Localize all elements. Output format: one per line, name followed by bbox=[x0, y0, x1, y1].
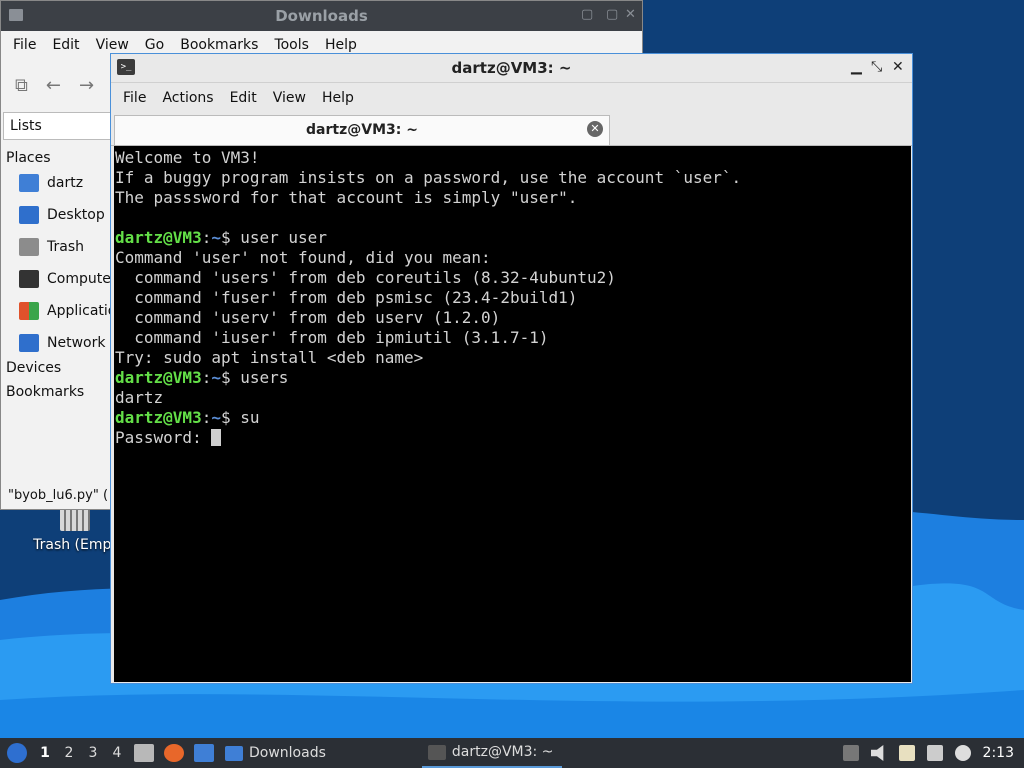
update-icon[interactable] bbox=[842, 745, 859, 761]
desktop-icon bbox=[19, 206, 39, 224]
network-icon bbox=[19, 334, 39, 352]
sidebar-section-places: Places bbox=[6, 150, 51, 166]
menu-tools[interactable]: Tools bbox=[266, 37, 317, 53]
sidebar-item-label: dartz bbox=[47, 175, 84, 191]
home-folder-icon bbox=[19, 174, 39, 192]
maximize-icon[interactable]: ▢ bbox=[606, 7, 618, 22]
task-downloads[interactable]: Downloads bbox=[219, 738, 332, 768]
terminal-titlebar[interactable]: >_ dartz@VM3: ~ ▁ ⤡ ✕ bbox=[111, 54, 912, 83]
prompt-user: dartz@VM3 bbox=[115, 228, 202, 247]
output-line: command 'fuser' from deb psmisc (23.4-2b… bbox=[115, 288, 578, 307]
system-tray: 2:13 bbox=[837, 738, 1024, 768]
command-text: users bbox=[240, 368, 289, 387]
new-window-icon[interactable]: ⧉ bbox=[15, 75, 28, 96]
clipboard-icon[interactable] bbox=[898, 745, 915, 761]
sidebar-mode-select[interactable]: Lists bbox=[3, 112, 111, 140]
sidebar-section-devices[interactable]: Devices bbox=[3, 353, 111, 377]
sidebar-item-desktop[interactable]: Desktop bbox=[3, 199, 111, 231]
output-line: Command 'user' not found, did you mean: bbox=[115, 248, 491, 267]
output-line: command 'users' from deb coreutils (8.32… bbox=[115, 268, 616, 287]
terminal-tabbar: dartz@VM3: ~ ✕ bbox=[111, 113, 912, 146]
menu-help[interactable]: Help bbox=[317, 37, 365, 53]
workspace-1[interactable]: 1 bbox=[33, 745, 57, 761]
sidebar-item-computer[interactable]: Compute bbox=[3, 263, 111, 295]
motd-line: Welcome to VM3! bbox=[115, 148, 260, 167]
menu-bookmarks[interactable]: Bookmarks bbox=[172, 37, 266, 53]
workspace-2[interactable]: 2 bbox=[57, 745, 81, 761]
prompt-user: dartz@VM3 bbox=[115, 368, 202, 387]
prompt-user: dartz@VM3 bbox=[115, 408, 202, 427]
minimize-icon[interactable]: ▢ bbox=[581, 7, 593, 22]
menu-view[interactable]: View bbox=[265, 90, 314, 106]
file-manager-titlebar[interactable]: Downloads ▢ ▢ ✕ bbox=[1, 1, 642, 31]
sidebar-item-label: Network bbox=[47, 335, 106, 351]
workspace-3[interactable]: 3 bbox=[81, 745, 105, 761]
menu-actions[interactable]: Actions bbox=[154, 90, 221, 106]
prompt-dir: ~ bbox=[211, 228, 221, 247]
terminal-title: dartz@VM3: ~ bbox=[451, 59, 572, 77]
output-line: dartz bbox=[115, 388, 164, 407]
terminal-menubar: File Actions Edit View Help bbox=[111, 83, 912, 113]
sidebar-section-bookmarks[interactable]: Bookmarks bbox=[3, 377, 111, 401]
menu-edit[interactable]: Edit bbox=[44, 37, 87, 53]
start-menu-icon[interactable] bbox=[7, 743, 27, 763]
menu-edit[interactable]: Edit bbox=[222, 90, 265, 106]
file-manager-launcher-icon[interactable] bbox=[134, 744, 154, 762]
sidebar-item-dartz[interactable]: dartz bbox=[3, 167, 111, 199]
close-tab-icon[interactable]: ✕ bbox=[587, 121, 603, 137]
workspace-4[interactable]: 4 bbox=[105, 745, 129, 761]
task-label: Downloads bbox=[249, 745, 326, 761]
menu-view[interactable]: View bbox=[88, 37, 137, 53]
back-icon[interactable]: ← bbox=[46, 75, 61, 96]
network-icon[interactable] bbox=[926, 745, 943, 761]
motd-line: If a buggy program insists on a password… bbox=[115, 168, 742, 187]
sidebar-item-trash[interactable]: Trash bbox=[3, 231, 111, 263]
menu-file[interactable]: File bbox=[115, 90, 154, 106]
minimize-icon[interactable]: ▁ bbox=[851, 59, 862, 75]
motd-line: The passsword for that account is simply… bbox=[115, 188, 578, 207]
task-label: dartz@VM3: ~ bbox=[451, 744, 554, 760]
notification-icon[interactable] bbox=[954, 745, 971, 761]
password-prompt: Password: bbox=[115, 428, 212, 447]
output-line: Try: sudo apt install <deb name> bbox=[115, 348, 424, 367]
sidebar-item-label: Applicatio bbox=[47, 303, 111, 319]
sidebar-item-label: Desktop bbox=[47, 207, 105, 223]
volume-icon[interactable] bbox=[870, 745, 884, 761]
command-text: user user bbox=[240, 228, 327, 247]
prompt-dir: ~ bbox=[211, 408, 221, 427]
file-manager-title: Downloads bbox=[275, 7, 368, 25]
menu-help[interactable]: Help bbox=[314, 90, 362, 106]
output-line: command 'iuser' from deb ipmiutil (3.1.7… bbox=[115, 328, 549, 347]
status-bar: "byob_lu6.py" ( bbox=[8, 488, 109, 503]
menu-file[interactable]: File bbox=[5, 37, 44, 53]
show-desktop-icon[interactable] bbox=[194, 744, 214, 762]
terminal-tab[interactable]: dartz@VM3: ~ ✕ bbox=[114, 115, 610, 145]
firefox-icon[interactable] bbox=[164, 744, 184, 762]
command-text: su bbox=[240, 408, 260, 427]
terminal-tab-label: dartz@VM3: ~ bbox=[306, 122, 418, 138]
trash-icon bbox=[19, 238, 39, 256]
terminal-window[interactable]: >_ dartz@VM3: ~ ▁ ⤡ ✕ File Actions Edit … bbox=[110, 53, 913, 684]
close-icon[interactable]: ✕ bbox=[625, 7, 636, 22]
clock[interactable]: 2:13 bbox=[983, 745, 1014, 761]
menu-go[interactable]: Go bbox=[137, 37, 172, 53]
output-line: command 'userv' from deb userv (1.2.0) bbox=[115, 308, 501, 327]
terminal-icon bbox=[427, 744, 446, 760]
computer-icon bbox=[19, 270, 39, 288]
sidebar-item-label: Trash bbox=[47, 239, 84, 255]
folder-icon bbox=[225, 745, 243, 761]
close-icon[interactable]: ✕ bbox=[892, 59, 904, 75]
task-terminal[interactable]: dartz@VM3: ~ bbox=[421, 738, 562, 768]
sidebar-item-applications[interactable]: Applicatio bbox=[3, 295, 111, 327]
taskbar: 1 2 3 4 Downloads dartz@VM3: ~ 2:13 bbox=[0, 738, 1024, 768]
sidebar: Places dartz Desktop Trash Compute Appli… bbox=[3, 143, 111, 401]
terminal-output[interactable]: Welcome to VM3! If a buggy program insis… bbox=[114, 146, 911, 682]
sidebar-item-label: Compute bbox=[47, 271, 111, 287]
prompt-dir: ~ bbox=[211, 368, 221, 387]
applications-icon bbox=[19, 302, 39, 320]
text-cursor bbox=[211, 429, 222, 446]
maximize-icon[interactable]: ⤡ bbox=[871, 59, 882, 75]
forward-icon[interactable]: → bbox=[79, 75, 94, 96]
